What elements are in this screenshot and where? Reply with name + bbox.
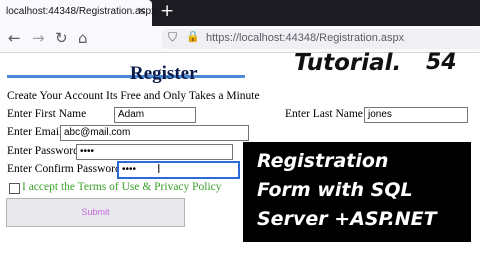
browser-tab-bar: localhost:44348/Registration.aspx × + [0,0,480,26]
promo-box: Registration Form with SQL Server +ASP.N… [243,142,471,242]
terms-checkbox[interactable] [9,183,20,194]
url-text[interactable]: https://localhost:44348/Registration.asp… [206,32,404,44]
email-input[interactable]: abc@mail.com [60,125,249,141]
tab-title: localhost:44348/Registration.aspx [6,6,157,17]
address-bar[interactable]: ⛉ 🔒 https://localhost:44348/Registration… [162,29,480,49]
confirm-password-input[interactable]: •••• [117,161,240,179]
text-cursor-icon: I [157,162,161,176]
tutorial-overlay-title: Tutorial. [294,50,402,76]
browser-nav-bar: ← → ↻ ⌂ ⛉ 🔒 https://localhost:44348/Regi… [0,26,480,53]
confirm-password-label: Enter Confirm Password [7,163,121,175]
back-arrow-icon[interactable]: ← [8,29,21,47]
forward-arrow-icon[interactable]: → [32,29,45,47]
reload-icon[interactable]: ↻ [55,29,68,47]
promo-line-1: Registration [257,150,389,172]
last-name-label: Enter Last Name [285,108,363,120]
close-icon[interactable]: × [137,4,146,17]
new-tab-icon[interactable]: + [160,1,174,21]
first-name-label: Enter First Name [7,108,87,120]
promo-line-3: Server +ASP.NET [257,208,437,230]
first-name-input[interactable]: Adam [114,107,196,123]
home-icon[interactable]: ⌂ [78,29,88,47]
email-label: Enter Email [7,126,63,138]
page-title: Register [130,63,198,84]
shield-icon[interactable]: ⛉ [168,30,177,45]
last-name-input[interactable]: jones [364,107,468,123]
submit-button[interactable]: Submit [6,198,185,227]
heading-rule [7,75,245,78]
form-tagline: Create Your Account Its Free and Only Ta… [7,90,260,102]
password-label: Enter Password [7,145,79,157]
lock-icon[interactable]: 🔒 [186,30,200,43]
password-input[interactable]: •••• [76,144,233,160]
tutorial-number: 54 [426,50,457,75]
terms-label[interactable]: I accept the Terms of Use & Privacy Poli… [22,181,222,193]
promo-line-2: Form with SQL [257,179,413,201]
browser-tab[interactable]: localhost:44348/Registration.aspx × [0,0,156,26]
